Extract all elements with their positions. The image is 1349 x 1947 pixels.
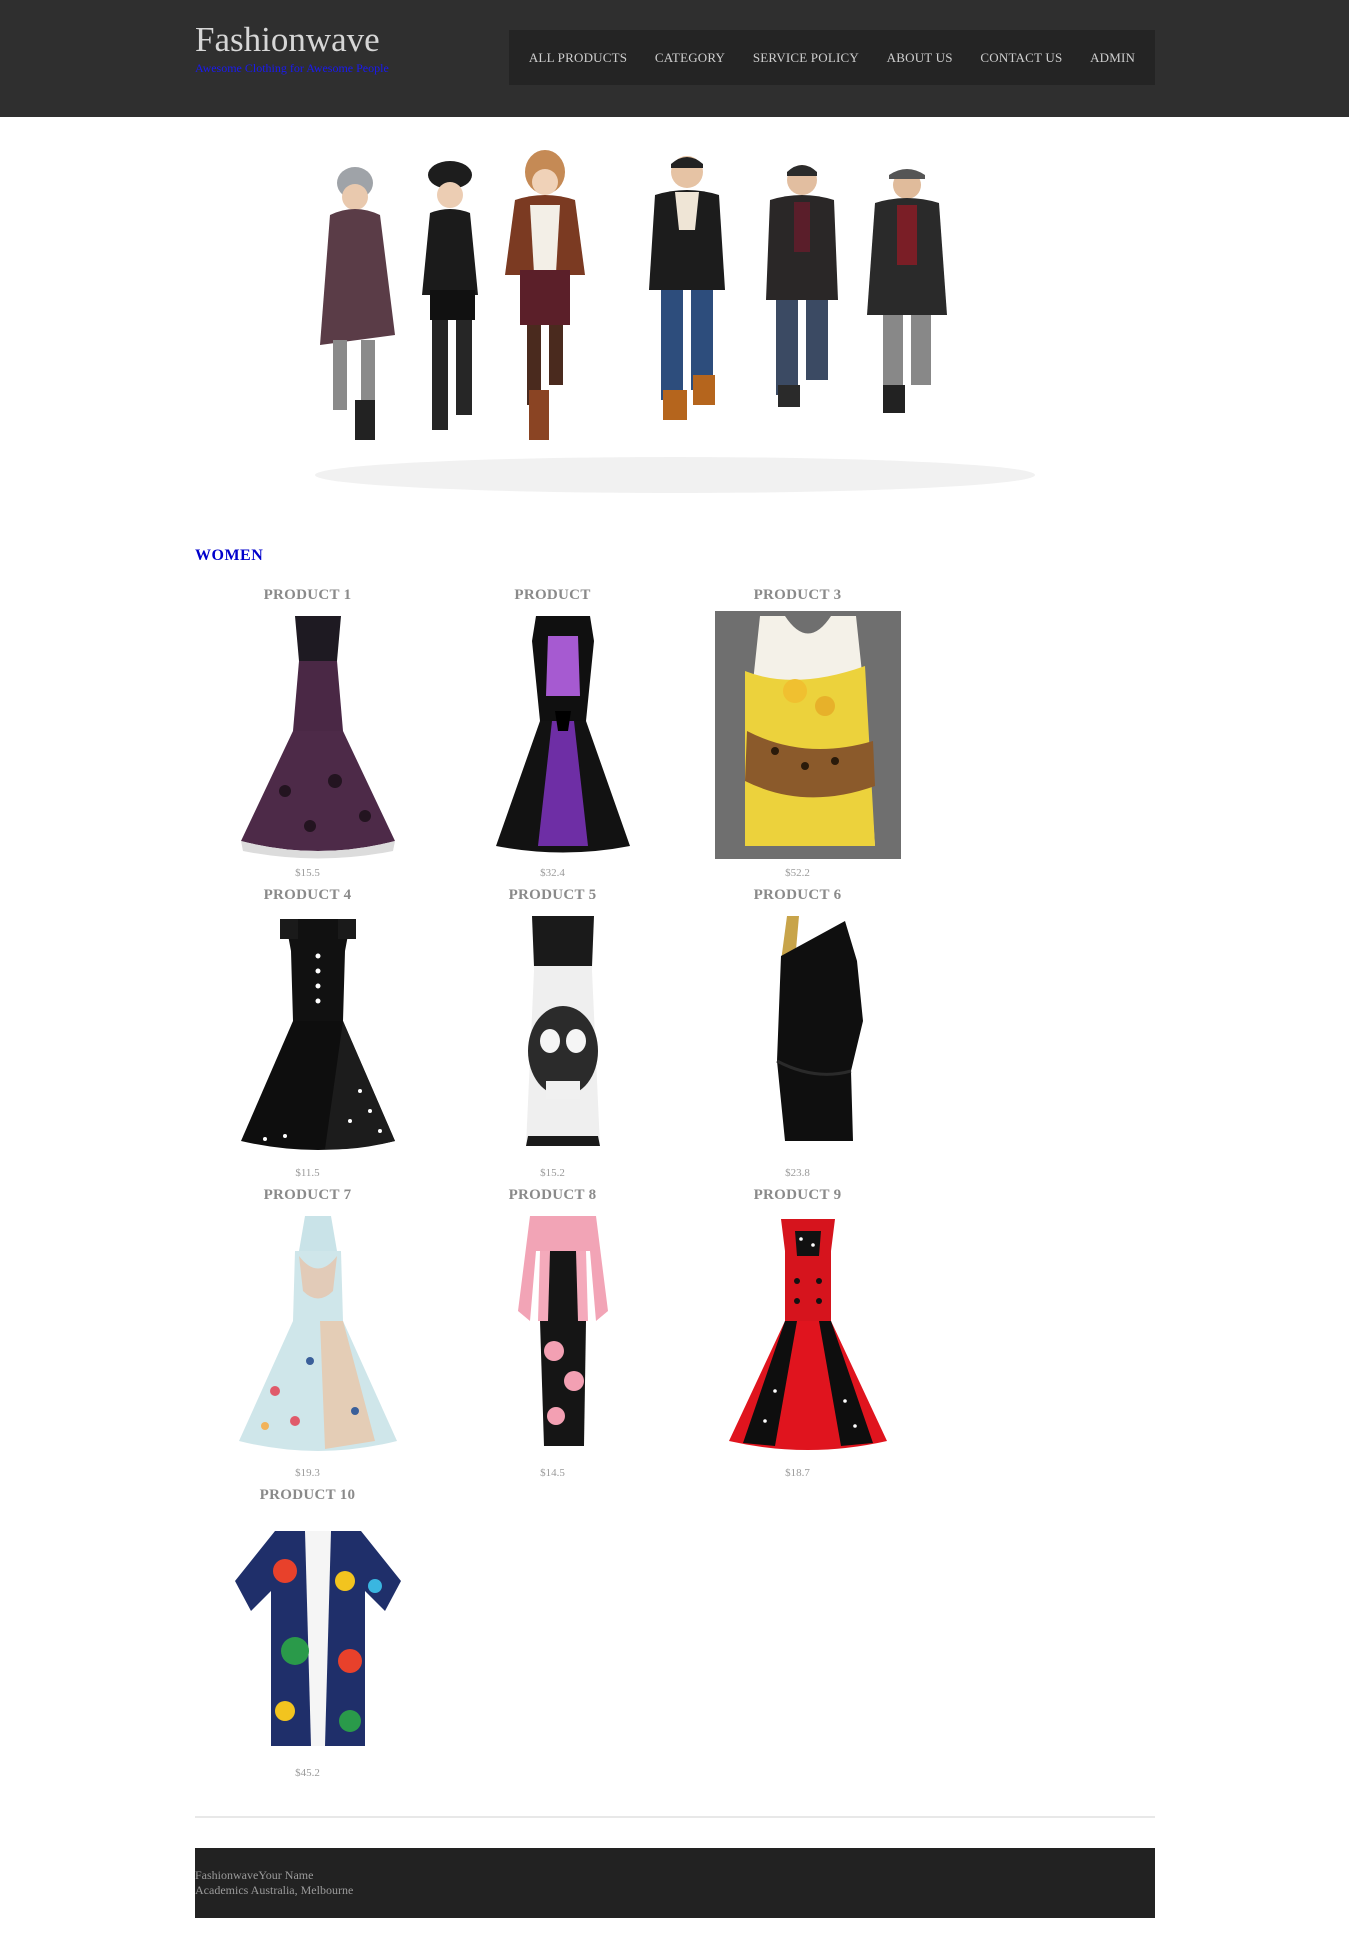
pink-jacket-floral-dress-image bbox=[518, 1216, 608, 1446]
product-image[interactable] bbox=[225, 1211, 411, 1459]
product-card[interactable]: PRODUCT 9 $18.7 bbox=[685, 1185, 930, 1485]
product-image[interactable] bbox=[225, 611, 411, 859]
product-card[interactable]: PRODUCT 1 $15.5 bbox=[195, 585, 440, 885]
product-name[interactable]: PRODUCT 8 bbox=[440, 1187, 665, 1204]
product-name[interactable]: PRODUCT 4 bbox=[195, 887, 420, 904]
product-image[interactable] bbox=[470, 611, 656, 859]
product-grid: PRODUCT 1 $15.5 PRODUCT $32.4 PRODUCT 3 … bbox=[195, 585, 930, 1785]
product-price: $23.8 bbox=[785, 1167, 810, 1179]
nav-about-us[interactable]: ABOUT US bbox=[887, 50, 953, 66]
product-name[interactable]: PRODUCT 5 bbox=[440, 887, 665, 904]
footer-address: Academics Australia, Melbourne bbox=[195, 1883, 354, 1897]
product-price: $15.2 bbox=[540, 1167, 565, 1179]
nav-admin[interactable]: ADMIN bbox=[1090, 50, 1135, 66]
site-footer: FashionwaveYour Name Academics Australia… bbox=[195, 1848, 1155, 1918]
product-name[interactable]: PRODUCT 1 bbox=[195, 587, 420, 604]
nav-all-products[interactable]: ALL PRODUCTS bbox=[529, 50, 627, 66]
product-card[interactable]: PRODUCT $32.4 bbox=[440, 585, 685, 885]
yellow-floral-leopard-dress-image bbox=[715, 611, 901, 859]
product-card[interactable]: PRODUCT 5 $15.2 bbox=[440, 885, 685, 1185]
footer-divider bbox=[195, 1816, 1155, 1818]
brand[interactable]: Fashionwave Awesome Clothing for Awesome… bbox=[195, 20, 389, 75]
black-purple-butterfly-dress-image bbox=[496, 616, 630, 853]
site-title[interactable]: Fashionwave bbox=[195, 20, 389, 60]
product-name[interactable]: PRODUCT 10 bbox=[195, 1487, 420, 1504]
red-polka-dot-dress-image bbox=[729, 1219, 887, 1450]
product-price: $15.5 bbox=[295, 867, 320, 879]
product-price: $11.5 bbox=[295, 1167, 320, 1179]
product-image[interactable] bbox=[470, 1211, 656, 1459]
product-image[interactable] bbox=[715, 911, 901, 1159]
floral-halter-dress-image bbox=[239, 1216, 397, 1451]
product-card[interactable]: PRODUCT 8 $14.5 bbox=[440, 1185, 685, 1485]
purple-lace-dress-image bbox=[241, 616, 395, 859]
product-price: $52.2 bbox=[785, 867, 810, 879]
product-card[interactable]: PRODUCT 6 $23.8 bbox=[685, 885, 930, 1185]
site-tagline: Awesome Clothing for Awesome People bbox=[195, 61, 389, 75]
product-name[interactable]: PRODUCT 7 bbox=[195, 1187, 420, 1204]
product-card[interactable]: PRODUCT 10 $45.2 bbox=[195, 1485, 440, 1785]
product-card[interactable]: PRODUCT 3 $52.2 bbox=[685, 585, 930, 885]
skull-print-dress-image bbox=[526, 916, 600, 1146]
black-one-shoulder-dress-image bbox=[776, 916, 863, 1141]
product-card[interactable]: PRODUCT 4 $11.5 bbox=[195, 885, 440, 1185]
product-name[interactable]: PRODUCT bbox=[440, 587, 665, 604]
product-price: $32.4 bbox=[540, 867, 565, 879]
product-price: $19.3 bbox=[295, 1467, 320, 1479]
black-polka-dot-dress-image bbox=[241, 919, 395, 1150]
hero-models-image bbox=[315, 150, 1035, 493]
tropical-print-shirt-image bbox=[235, 1531, 401, 1746]
nav-service-policy[interactable]: SERVICE POLICY bbox=[753, 50, 859, 66]
product-card[interactable]: PRODUCT 7 $19.3 bbox=[195, 1185, 440, 1485]
footer-credit: FashionwaveYour Name bbox=[195, 1868, 314, 1882]
category-heading: WOMEN bbox=[195, 547, 264, 564]
product-name[interactable]: PRODUCT 3 bbox=[685, 587, 910, 604]
product-image[interactable] bbox=[470, 911, 656, 1159]
product-image[interactable] bbox=[225, 1511, 411, 1759]
product-price: $18.7 bbox=[785, 1467, 810, 1479]
product-price: $45.2 bbox=[295, 1767, 320, 1779]
product-price: $14.5 bbox=[540, 1467, 565, 1479]
product-name[interactable]: PRODUCT 9 bbox=[685, 1187, 910, 1204]
product-image[interactable] bbox=[225, 911, 411, 1159]
product-name[interactable]: PRODUCT 6 bbox=[685, 887, 910, 904]
product-image[interactable] bbox=[715, 611, 901, 859]
hero-banner bbox=[195, 145, 1155, 500]
main-nav: ALL PRODUCTS CATEGORY SERVICE POLICY ABO… bbox=[509, 30, 1155, 85]
nav-contact-us[interactable]: CONTACT US bbox=[980, 50, 1062, 66]
product-image[interactable] bbox=[715, 1211, 901, 1459]
nav-category[interactable]: CATEGORY bbox=[655, 50, 725, 66]
site-header: Fashionwave Awesome Clothing for Awesome… bbox=[0, 0, 1349, 117]
